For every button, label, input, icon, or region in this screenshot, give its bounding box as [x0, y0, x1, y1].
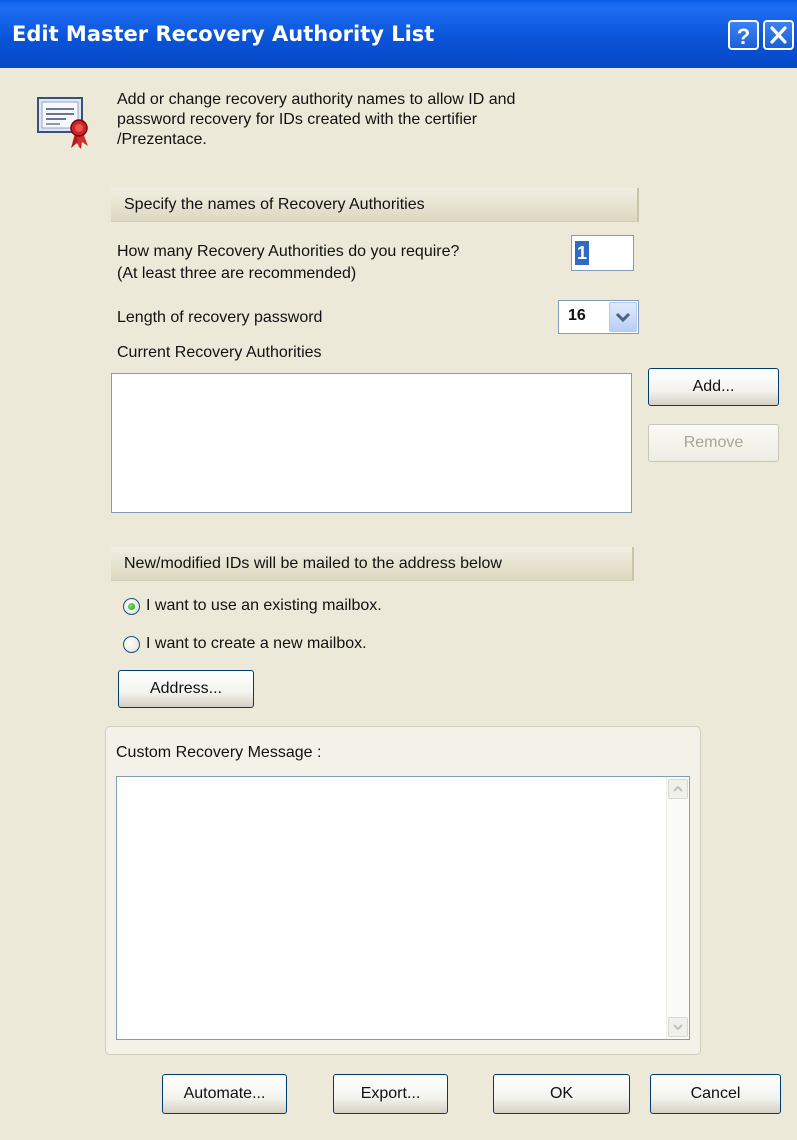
dialog-body: Add or change recovery authority names t…: [0, 68, 797, 1140]
add-button[interactable]: Add...: [648, 368, 779, 406]
custom-message-label: Custom Recovery Message :: [116, 744, 322, 761]
scroll-down-button[interactable]: [668, 1017, 688, 1037]
authority-count-label: How many Recovery Authorities do you req…: [117, 243, 460, 260]
authority-count-hint: (At least three are recommended): [117, 265, 357, 282]
mail-section-header: New/modified IDs will be mailed to the a…: [111, 547, 634, 581]
ok-button[interactable]: OK: [493, 1074, 630, 1114]
authority-count-value: 1: [575, 241, 590, 265]
automate-button[interactable]: Automate...: [162, 1074, 287, 1114]
title-bar[interactable]: Edit Master Recovery Authority List ?: [0, 0, 797, 68]
password-length-label: Length of recovery password: [117, 309, 323, 326]
radio-selected-dot: [128, 603, 135, 610]
custom-message-group: Custom Recovery Message :: [105, 726, 701, 1055]
existing-mailbox-radio[interactable]: [123, 598, 140, 615]
new-mailbox-radio[interactable]: [123, 636, 140, 653]
new-mailbox-label[interactable]: I want to create a new mailbox.: [146, 634, 367, 654]
close-button[interactable]: [763, 20, 794, 50]
authority-count-input[interactable]: 1: [571, 235, 634, 271]
current-authorities-list[interactable]: [111, 373, 632, 513]
chevron-down-icon: [673, 1024, 683, 1031]
password-length-select[interactable]: 16: [558, 300, 639, 334]
custom-message-textarea[interactable]: [116, 776, 690, 1040]
intro-text-line2: password recovery for IDs created with t…: [117, 111, 478, 128]
authorities-section-header: Specify the names of Recovery Authoritie…: [111, 188, 639, 222]
vertical-scrollbar[interactable]: [666, 777, 689, 1039]
intro-text-line1: Add or change recovery authority names t…: [117, 91, 516, 108]
chevron-down-icon: [615, 312, 631, 323]
password-length-value: 16: [568, 307, 586, 324]
current-authorities-label: Current Recovery Authorities: [117, 344, 322, 361]
certificate-icon: [37, 97, 88, 149]
address-button[interactable]: Address...: [118, 670, 254, 708]
remove-button[interactable]: Remove: [648, 424, 779, 462]
help-button[interactable]: ?: [728, 20, 759, 50]
export-button[interactable]: Export...: [333, 1074, 448, 1114]
existing-mailbox-label[interactable]: I want to use an existing mailbox.: [146, 596, 382, 616]
cancel-button[interactable]: Cancel: [650, 1074, 781, 1114]
scroll-up-button[interactable]: [668, 779, 688, 799]
chevron-up-icon: [673, 785, 683, 792]
close-icon: [770, 26, 787, 44]
intro-text-line3: /Prezentace.: [117, 131, 207, 148]
dropdown-button[interactable]: [609, 302, 637, 332]
window-title: Edit Master Recovery Authority List: [12, 22, 435, 46]
